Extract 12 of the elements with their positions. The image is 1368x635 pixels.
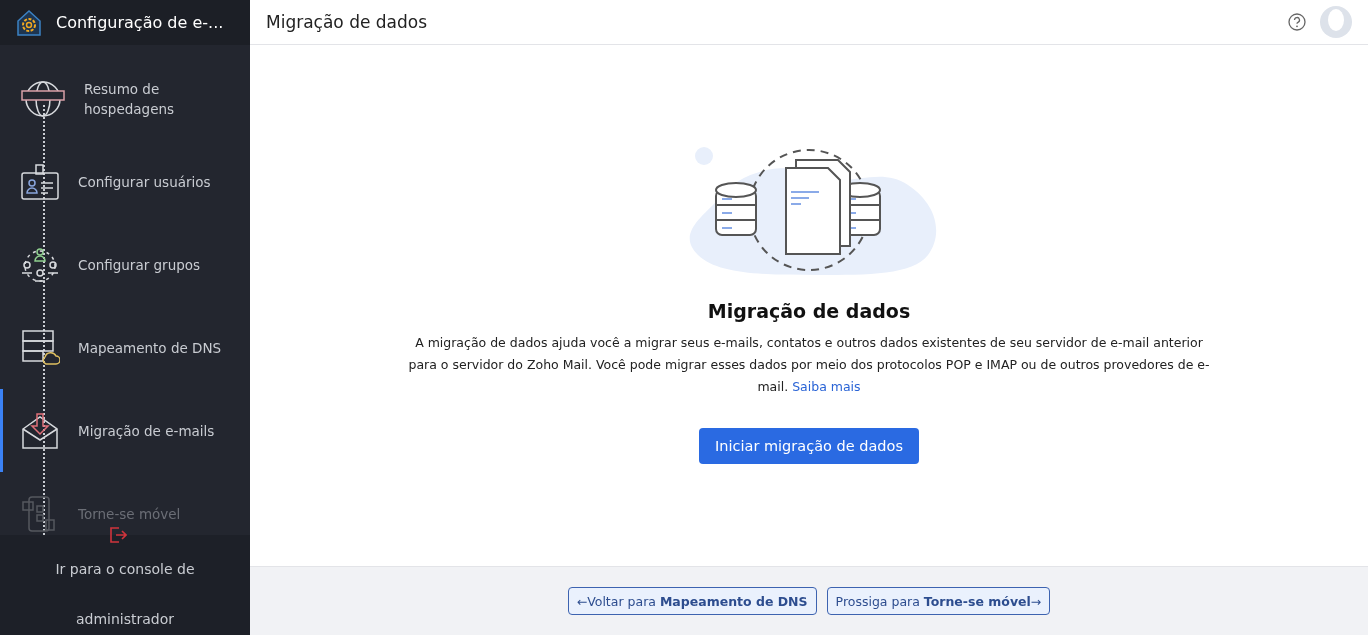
content-description: A migração de dados ajuda você a migrar seus e-mails, contatos e outros dados existentes de seu servidor de e-mail anterior para o servidor do Zoho Mail. Você pode migrar esses dados por meio dos protocolos POP e IMAP ou de outros provedores de e-mail. Saiba mais (407, 334, 1211, 396)
next-button[interactable]: Prossiga para Torne-se móvel→ (826, 587, 1051, 615)
content-heading: Migração de dados (707, 300, 911, 322)
sidebar-step[interactable]: Mapeamento de DNS (0, 306, 250, 389)
sidebar-step[interactable]: Resumo de hospedagens (0, 57, 250, 140)
sidebar-step[interactable]: Configurar grupos (0, 223, 250, 306)
sidebar-title: Configuração de e-... (56, 13, 224, 32)
page-title: Migração de dados (266, 12, 428, 32)
start-migration-button[interactable]: Iniciar migração de dados (699, 428, 919, 464)
back-button[interactable]: ←Voltar para Mapeamento de DNS (567, 587, 817, 615)
sidebar-step[interactable]: Configurar usuários (0, 140, 250, 223)
learn-more-link[interactable]: Saiba mais (792, 379, 861, 394)
